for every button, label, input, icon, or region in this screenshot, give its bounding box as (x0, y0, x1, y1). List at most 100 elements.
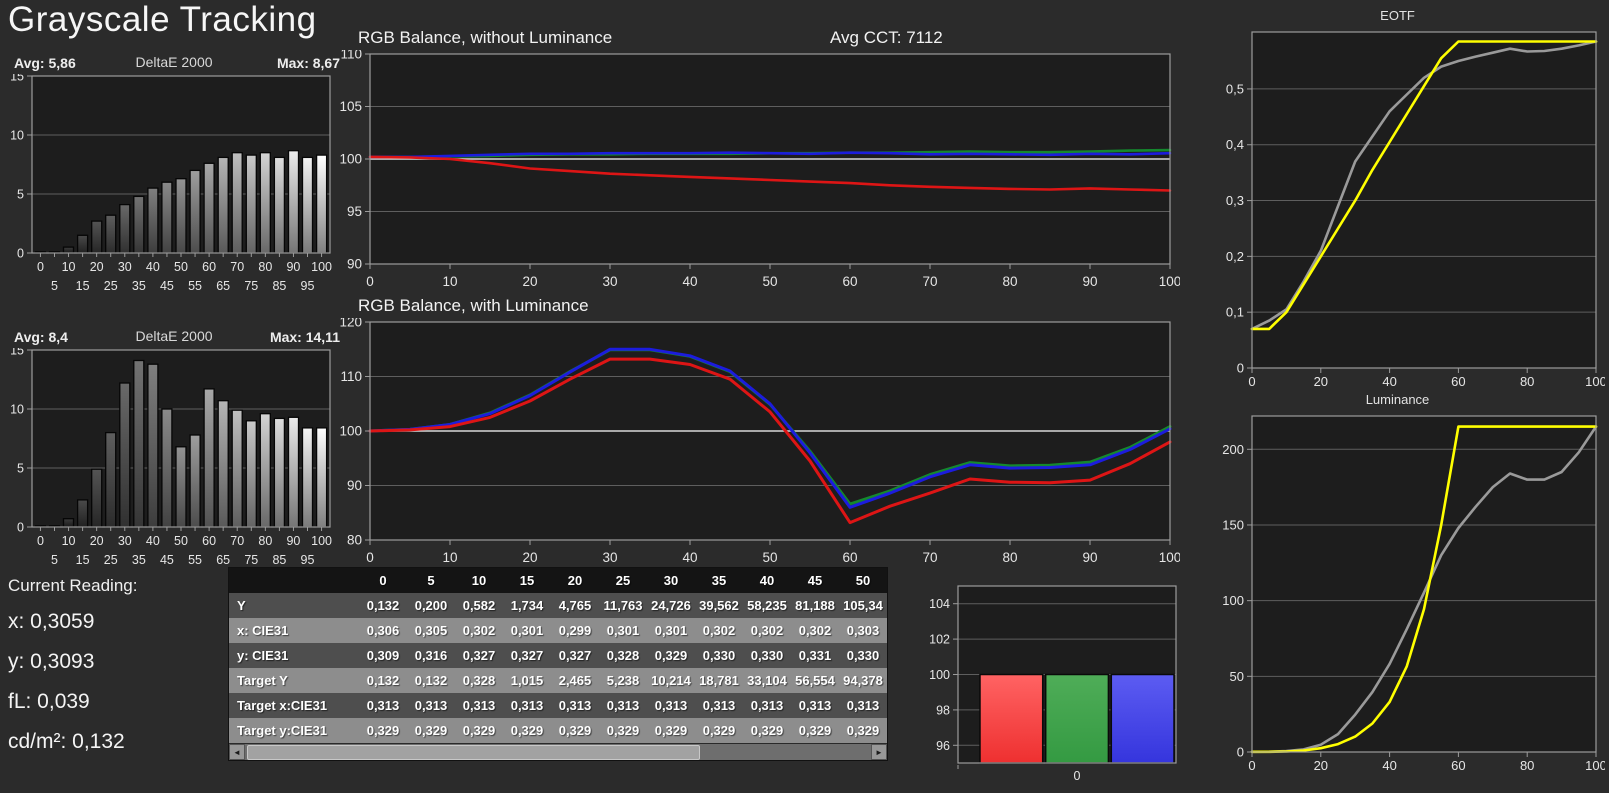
table-cell: 0,327 (503, 643, 551, 668)
deltae-bottom-panel: Avg: 8,4 DeltaE 2000 Max: 14,11 05101520… (6, 326, 342, 570)
table-cell: 0,305 (407, 618, 455, 643)
deltae-top-avg-label: Avg: 5,86 (14, 55, 76, 71)
svg-text:70: 70 (922, 550, 937, 565)
svg-text:15: 15 (76, 553, 90, 567)
eotf-title: EOTF (1190, 8, 1605, 26)
rgb-levels-panel: 09698100102104 (930, 580, 1182, 788)
svg-text:50: 50 (762, 274, 777, 289)
svg-text:30: 30 (118, 260, 132, 274)
svg-text:0: 0 (17, 247, 24, 261)
svg-text:0: 0 (1248, 758, 1255, 772)
svg-text:5: 5 (51, 553, 58, 567)
svg-text:80: 80 (347, 533, 362, 548)
table-corner-cell (229, 568, 359, 593)
page-title: Grayscale Tracking (8, 0, 317, 40)
svg-text:80: 80 (258, 260, 272, 274)
table-cell: 56,554 (791, 668, 839, 693)
rgb_without-svg: 01020304050607080901009095100105110 (338, 50, 1180, 298)
table-cell: 0,329 (743, 718, 791, 743)
svg-text:0: 0 (366, 550, 374, 565)
svg-text:45: 45 (160, 553, 174, 567)
svg-text:0: 0 (37, 260, 44, 274)
svg-text:30: 30 (602, 550, 617, 565)
svg-text:85: 85 (272, 279, 286, 293)
table-cell: 0,313 (791, 693, 839, 718)
table-cell: 0,329 (695, 718, 743, 743)
svg-text:0,3: 0,3 (1226, 193, 1244, 208)
svg-text:100: 100 (311, 534, 332, 548)
table-cell: 0,330 (839, 643, 887, 668)
svg-text:80: 80 (1002, 550, 1017, 565)
table-col-header: 0 (359, 568, 407, 593)
table-cell: 0,329 (839, 718, 887, 743)
svg-text:50: 50 (174, 534, 188, 548)
svg-text:40: 40 (682, 550, 697, 565)
deltae-bottom-avg-label: Avg: 8,4 (14, 329, 68, 345)
svg-text:20: 20 (522, 274, 537, 289)
reading-x: x: 0,3059 (8, 610, 137, 634)
rgb-levels-chart: 09698100102104 (930, 580, 1182, 788)
table-cell: 0,313 (599, 693, 647, 718)
svg-text:15: 15 (10, 348, 24, 358)
table-cell: 0,313 (407, 693, 455, 718)
svg-text:40: 40 (1382, 758, 1396, 772)
table-row-label: Target x:CIE31 (229, 693, 359, 718)
svg-text:60: 60 (202, 260, 216, 274)
svg-text:200: 200 (1222, 442, 1244, 457)
scrollbar-thumb[interactable] (247, 745, 700, 760)
svg-text:100: 100 (311, 260, 332, 274)
svg-text:10: 10 (10, 403, 24, 417)
table-cell: 0,328 (599, 643, 647, 668)
avg-cct-label: Avg CCT: 7112 (830, 28, 943, 48)
svg-text:0: 0 (1237, 745, 1244, 760)
svg-text:10: 10 (442, 550, 457, 565)
table-cell: 0,301 (599, 618, 647, 643)
table-row-label: Target y:CIE31 (229, 718, 359, 743)
scroll-left-button[interactable]: ◄ (229, 744, 245, 760)
table-cell: 0,329 (503, 718, 551, 743)
svg-text:90: 90 (347, 257, 362, 272)
svg-text:102: 102 (930, 633, 950, 647)
svg-text:70: 70 (230, 534, 244, 548)
table-cell: 5,238 (599, 668, 647, 693)
svg-text:65: 65 (216, 553, 230, 567)
svg-text:20: 20 (90, 534, 104, 548)
table-cell: 0,302 (743, 618, 791, 643)
svg-text:90: 90 (286, 534, 300, 548)
svg-text:60: 60 (1451, 374, 1465, 389)
reading-y: y: 0,3093 (8, 650, 137, 674)
deltae-bottom-max-label: Max: 14,11 (270, 329, 340, 345)
table-col-header: 25 (599, 568, 647, 593)
table-scrollbar[interactable]: ◄► (229, 743, 887, 760)
svg-text:98: 98 (936, 703, 950, 717)
deltae_bottom-svg: 0510152025303540455055606570758085909510… (6, 348, 342, 570)
rgb-balance-without-luminance-panel: RGB Balance, without Luminance Avg CCT: … (338, 26, 1180, 298)
table-cell: 1,015 (503, 668, 551, 693)
svg-text:0: 0 (1248, 374, 1255, 389)
svg-text:70: 70 (922, 274, 937, 289)
svg-text:0,5: 0,5 (1226, 81, 1244, 96)
table-cell: 4,765 (551, 593, 599, 618)
svg-text:25: 25 (104, 553, 118, 567)
table-row-label: Y (229, 593, 359, 618)
svg-text:70: 70 (230, 260, 244, 274)
table-cell: 0,329 (647, 643, 695, 668)
svg-text:60: 60 (842, 550, 857, 565)
table-cell: 0,313 (743, 693, 791, 718)
svg-text:80: 80 (1520, 758, 1534, 772)
luminance-panel: Luminance 020406080100050100150200 (1190, 392, 1605, 772)
eotf-svg: 02040608010000,10,20,30,40,5 (1190, 26, 1605, 394)
scrollbar-track[interactable] (245, 744, 871, 760)
svg-text:5: 5 (51, 279, 58, 293)
measurement-table: 05101520253035404550Y0,1320,2000,5821,73… (228, 567, 888, 761)
table-cell: 0,330 (743, 643, 791, 668)
scroll-right-button[interactable]: ► (871, 744, 887, 760)
eotf-panel: EOTF 02040608010000,10,20,30,40,5 (1190, 8, 1605, 394)
table-cell: 0,331 (791, 643, 839, 668)
svg-text:75: 75 (244, 279, 258, 293)
table-cell: 0,132 (359, 668, 407, 693)
svg-text:100: 100 (1159, 550, 1180, 565)
svg-text:80: 80 (1520, 374, 1534, 389)
svg-text:90: 90 (286, 260, 300, 274)
deltae-bottom-title: DeltaE 2000 (135, 328, 212, 344)
